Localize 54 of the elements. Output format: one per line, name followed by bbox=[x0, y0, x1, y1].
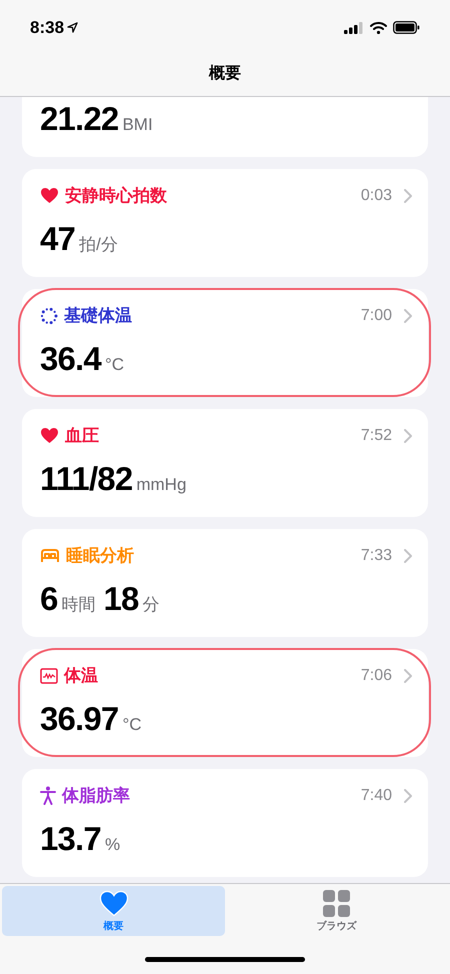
signal-icon bbox=[344, 22, 364, 34]
card-title: 血圧 bbox=[65, 425, 99, 447]
value-number: 13.7 bbox=[40, 818, 101, 858]
card-title: 基礎体温 bbox=[64, 305, 132, 327]
card-time: 7:52 bbox=[360, 426, 392, 446]
card-time: 7:33 bbox=[360, 546, 392, 566]
card-title: 安静時心拍数 bbox=[65, 185, 167, 207]
value-number: 111/82 bbox=[40, 458, 132, 498]
value-unit: % bbox=[104, 834, 120, 856]
card-time: 7:40 bbox=[360, 786, 392, 806]
value-number: 18 bbox=[104, 578, 139, 618]
card-time: 7:06 bbox=[360, 666, 392, 686]
card-title: 体温 bbox=[64, 665, 98, 687]
status-time: 8:38 bbox=[30, 16, 64, 39]
chevron-right-icon bbox=[404, 788, 412, 803]
value-unit: mmHg bbox=[136, 474, 186, 496]
value-unit: BMI bbox=[122, 114, 153, 136]
heart-icon bbox=[98, 890, 128, 917]
metric-card[interactable]: 安静時心拍数 0:03 47 拍/分 bbox=[22, 169, 428, 277]
card-time: 0:03 bbox=[360, 186, 392, 206]
grid-icon bbox=[323, 890, 350, 917]
tab-button[interactable]: ブラウズ bbox=[225, 886, 448, 936]
person-figure-icon bbox=[40, 786, 56, 806]
location-arrow-icon bbox=[67, 22, 78, 33]
waveform-icon bbox=[40, 668, 58, 684]
chevron-right-icon bbox=[404, 428, 412, 443]
value-number: 36.97 bbox=[40, 698, 118, 738]
value-unit: °C bbox=[122, 714, 142, 736]
nav-title: 概要 bbox=[209, 64, 241, 84]
metric-card[interactable]: 体脂肪率 7:40 13.7% bbox=[22, 769, 428, 877]
value-unit: 拍/分 bbox=[79, 234, 118, 256]
value-unit: °C bbox=[104, 354, 124, 376]
battery-icon bbox=[393, 21, 420, 34]
card-title: 体脂肪率 bbox=[62, 785, 130, 807]
value-unit: 時間 bbox=[62, 594, 96, 616]
chevron-right-icon bbox=[404, 548, 412, 563]
value-number: 21.22 bbox=[40, 98, 118, 138]
chevron-right-icon bbox=[404, 188, 412, 203]
wifi-icon bbox=[370, 22, 387, 34]
value-number: 47 bbox=[40, 218, 76, 258]
value-number: 6 bbox=[40, 578, 58, 618]
metric-card[interactable]: 21.22 BMI bbox=[22, 97, 428, 157]
bed-icon bbox=[40, 548, 60, 563]
metric-card[interactable]: 血圧 7:52 111/82 mmHg bbox=[22, 409, 428, 517]
value-number: 36.4 bbox=[40, 338, 101, 378]
chevron-right-icon bbox=[404, 308, 412, 323]
card-title: 睡眠分析 bbox=[66, 545, 134, 567]
heart-icon bbox=[40, 187, 59, 204]
card-time: 7:00 bbox=[360, 306, 392, 326]
chevron-right-icon bbox=[404, 668, 412, 683]
dotted-ring-icon bbox=[40, 306, 58, 325]
metric-card[interactable]: 睡眠分析 7:33 6 時間 18 分 bbox=[22, 529, 428, 637]
value-unit: 分 bbox=[142, 594, 160, 616]
heart-icon bbox=[40, 427, 59, 444]
